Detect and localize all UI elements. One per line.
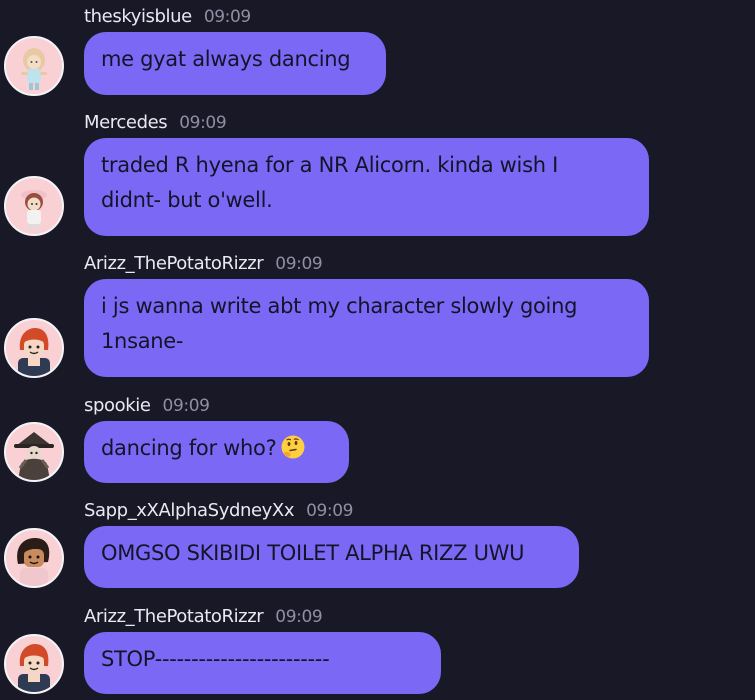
message-header: theskyisblue 09:09	[84, 6, 251, 28]
message-bubble[interactable]: me gyat always dancing	[84, 32, 386, 95]
thinking-face-icon	[280, 434, 306, 471]
message-header: Sapp_xXAlphaSydneyXx 09:09	[84, 500, 353, 522]
timestamp: 09:09	[203, 7, 251, 27]
message-bubble[interactable]: OMGSO SKIBIDI TOILET ALPHA RIZZ UWU	[84, 526, 579, 588]
message-bubble[interactable]: i js wanna write abt my character slowly…	[84, 279, 649, 377]
timestamp: 09:09	[275, 254, 323, 274]
username[interactable]: theskyisblue	[84, 6, 192, 27]
avatar-witch-icon[interactable]	[4, 422, 64, 482]
avatar-hat-girl-icon[interactable]	[4, 176, 64, 236]
message-header: Arizz_ThePotatoRizzr 09:09	[84, 253, 323, 275]
avatar-dark-hair-icon[interactable]	[4, 528, 64, 588]
username[interactable]: Arizz_ThePotatoRizzr	[84, 253, 264, 274]
avatar-redhead-icon[interactable]	[4, 318, 64, 378]
timestamp: 09:09	[162, 396, 210, 416]
avatar-redhead-icon[interactable]	[4, 634, 64, 694]
message-bubble[interactable]: dancing for who?	[84, 421, 349, 483]
message-bubble[interactable]: traded R hyena for a NR Alicorn. kinda w…	[84, 138, 649, 236]
timestamp: 09:09	[275, 607, 323, 627]
message-header: Arizz_ThePotatoRizzr 09:09	[84, 606, 323, 628]
username[interactable]: spookie	[84, 395, 151, 416]
avatar-girl-icon[interactable]	[4, 36, 64, 96]
username[interactable]: Sapp_xXAlphaSydneyXx	[84, 500, 294, 521]
chat-message-list[interactable]: theskyisblue 09:09 me gyat always dancing…	[0, 0, 755, 700]
timestamp: 09:09	[306, 501, 354, 521]
message-header: spookie 09:09	[84, 395, 210, 417]
username[interactable]: Mercedes	[84, 112, 168, 133]
timestamp: 09:09	[179, 113, 227, 133]
username[interactable]: Arizz_ThePotatoRizzr	[84, 606, 264, 627]
message-bubble[interactable]: STOP------------------------	[84, 632, 441, 694]
message-text: dancing for who?	[101, 436, 277, 460]
message-header: Mercedes 09:09	[84, 112, 227, 134]
